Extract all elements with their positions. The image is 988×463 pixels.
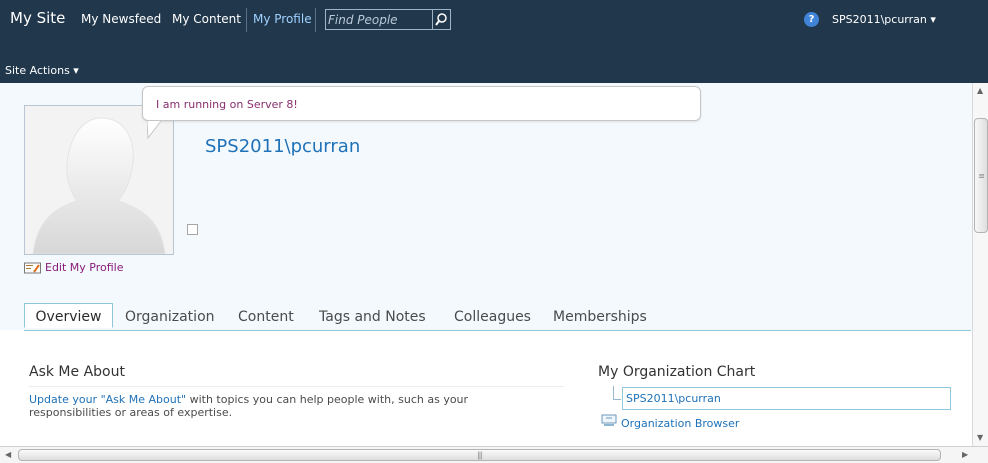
search-button[interactable] [432,10,450,29]
edit-profile-icon [24,262,41,274]
scroll-grip: ≡ [978,171,985,180]
tab-content[interactable]: Content [238,309,294,325]
top-navigation-bar: My Site My Newsfeed My Content My Profil… [0,0,988,83]
ask-me-about-title: Ask Me About [29,364,125,380]
tab-colleagues[interactable]: Colleagues [454,309,531,325]
organization-browser-icon [601,414,617,426]
chevron-down-icon: ▾ [73,64,79,77]
site-actions-menu[interactable]: Site Actions ▾ [5,64,79,77]
help-icon[interactable]: ? [804,12,819,27]
speech-bubble-tail [147,121,162,139]
organization-chart-item[interactable]: SPS2011\pcurran [622,387,951,410]
nav-separator [246,8,247,32]
user-name: SPS2011\pcurran [832,13,927,26]
organization-chart-title: My Organization Chart [598,364,756,380]
status-bubble[interactable]: I am running on Server 8! [142,86,701,139]
profile-select-checkbox[interactable] [187,224,198,235]
scroll-left-arrow[interactable]: ◀ [5,450,11,459]
horizontal-scroll-thumb[interactable]: ||| [18,449,941,461]
edit-profile-link[interactable]: Edit My Profile [45,261,124,274]
organization-connector-line [613,386,621,400]
tab-tags-and-notes[interactable]: Tags and Notes [319,309,426,325]
tab-memberships[interactable]: Memberships [553,309,647,325]
tab-divider [24,330,971,331]
scroll-up-arrow[interactable]: ▲ [977,86,983,95]
scroll-grip: ||| [476,450,483,460]
scroll-down-arrow[interactable]: ▼ [977,433,983,442]
site-actions-label: Site Actions [5,64,70,77]
status-message: I am running on Server 8! [156,98,298,111]
nav-my-content[interactable]: My Content [172,12,241,26]
nav-my-newsfeed[interactable]: My Newsfeed [81,12,161,26]
tab-overview[interactable]: Overview [24,303,113,328]
search-icon [435,13,447,26]
user-menu[interactable]: SPS2011\pcurran ▾ [832,13,936,26]
page-content: I am running on Server 8! SPS2011\pcurra… [0,83,973,446]
site-title[interactable]: My Site [10,9,65,27]
section-divider [29,386,564,387]
organization-browser-link[interactable]: Organization Browser [621,417,739,430]
scroll-right-arrow[interactable]: ▶ [962,450,968,459]
profile-name: SPS2011\pcurran [205,136,361,157]
tab-organization[interactable]: Organization [125,309,215,325]
update-ask-me-about-link[interactable]: Update your "Ask Me About" [29,393,186,406]
nav-my-profile[interactable]: My Profile [253,12,312,26]
vertical-scrollbar[interactable]: ▲ ≡ ▼ [972,83,988,446]
find-people-input[interactable] [328,11,432,28]
find-people-search-box [325,9,451,30]
nav-separator [315,8,316,32]
vertical-scroll-thumb[interactable]: ≡ [974,118,988,233]
horizontal-scrollbar[interactable]: ◀ ||| ▶ [0,446,988,463]
ask-me-about-description: Update your "Ask Me About" with topics y… [29,393,549,419]
chevron-down-icon: ▾ [930,13,936,26]
